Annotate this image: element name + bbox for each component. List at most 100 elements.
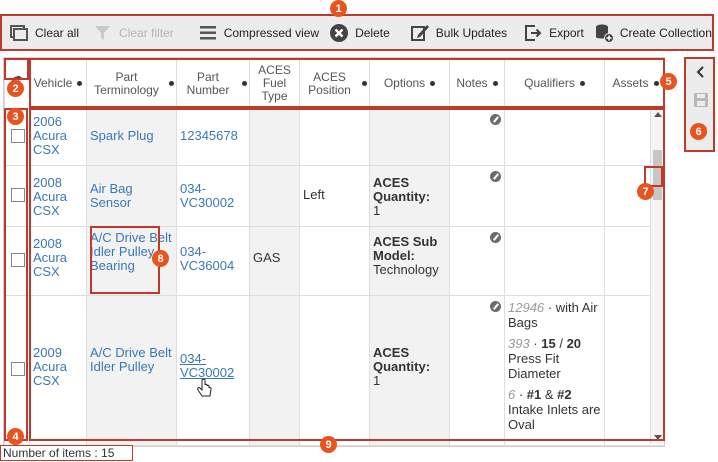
scroll-thumb[interactable] bbox=[653, 150, 662, 200]
qualifier-value: #2 bbox=[557, 387, 572, 402]
col-label-qualifiers: Qualifiers bbox=[524, 76, 575, 90]
column-menu-icon[interactable] bbox=[653, 81, 659, 86]
callout-badge: 3 bbox=[7, 108, 24, 125]
part-number-link[interactable]: 034-VC30002 bbox=[180, 170, 246, 210]
vehicle-link[interactable]: 2008 Acura CSX bbox=[33, 231, 83, 279]
column-menu-icon[interactable] bbox=[242, 81, 247, 86]
collapse-panel-button[interactable] bbox=[690, 61, 712, 83]
table-row: 2006 Acura CSX Spark Plug 12345678 bbox=[4, 108, 664, 166]
options-cell: ACES Sub Model: Technology bbox=[369, 226, 450, 296]
col-header-aces-position[interactable]: ACES Position bbox=[299, 58, 370, 109]
col-header-aces-fuel-type[interactable]: ACES Fuel Type bbox=[249, 58, 300, 109]
delete-label: Delete bbox=[355, 25, 390, 40]
create-collection-button[interactable]: Create Collection bbox=[589, 16, 717, 49]
header-row: Vehicle Part Terminology Part Number ACE… bbox=[4, 58, 664, 109]
part-terminology-link[interactable]: Air Bag Sensor bbox=[90, 170, 173, 210]
parts-table: Vehicle Part Terminology Part Number ACE… bbox=[4, 58, 664, 446]
column-menu-icon[interactable] bbox=[169, 81, 174, 86]
part-terminology-cell: A/C Drive Belt Idler Pulley bbox=[86, 295, 177, 446]
options-cell: ACES Quantity: 1 bbox=[369, 165, 450, 227]
export-button[interactable]: Export bbox=[518, 16, 589, 49]
part-terminology-link[interactable]: A/C Drive Belt Idler Pulley bbox=[90, 300, 173, 374]
bulk-updates-label: Bulk Updates bbox=[435, 25, 508, 40]
compressed-view-button[interactable]: Compressed view bbox=[193, 16, 324, 49]
edit-notes-icon[interactable] bbox=[490, 114, 501, 125]
column-menu-icon[interactable] bbox=[77, 81, 83, 86]
column-menu-icon[interactable] bbox=[492, 81, 498, 86]
bulk-updates-button[interactable]: Bulk Updates bbox=[405, 16, 512, 49]
row-checkbox[interactable] bbox=[11, 252, 25, 267]
fuel-type-value bbox=[253, 300, 296, 310]
scroll-up-icon[interactable] bbox=[654, 112, 662, 117]
fuel-type-cell bbox=[249, 165, 300, 227]
clear-all-label: Clear all bbox=[35, 25, 80, 40]
column-menu-icon[interactable] bbox=[579, 81, 585, 86]
row-checkbox[interactable] bbox=[11, 128, 25, 143]
option-value: 1 bbox=[373, 203, 381, 218]
database-add-icon bbox=[595, 24, 614, 43]
part-number-link[interactable]: 034-VC30002 bbox=[180, 300, 246, 380]
col-header-part-terminology[interactable]: Part Terminology bbox=[86, 58, 177, 109]
vehicle-cell: 2008 Acura CSX bbox=[29, 226, 87, 296]
create-collection-label: Create Collection bbox=[619, 25, 712, 40]
edit-notes-icon[interactable] bbox=[490, 171, 501, 182]
vehicle-cell: 2009 Acura CSX bbox=[29, 295, 87, 446]
qualifier-item: 12946 · with Air Bags bbox=[508, 300, 601, 330]
col-header-options[interactable]: Options bbox=[369, 58, 450, 109]
clear-all-icon bbox=[10, 24, 28, 41]
notes-cell bbox=[449, 165, 505, 227]
edit-notes-icon[interactable] bbox=[490, 301, 501, 312]
col-label-aces-position: ACES Position bbox=[308, 69, 351, 97]
qualifier-item: 6 · #1 & #2 Intake Inlets are Oval bbox=[508, 387, 601, 432]
col-header-part-number[interactable]: Part Number bbox=[176, 58, 250, 109]
bulk-edit-icon bbox=[410, 24, 429, 41]
vertical-scrollbar[interactable] bbox=[650, 108, 664, 444]
part-terminology-cell: Spark Plug bbox=[86, 108, 177, 166]
clear-filter-label: Clear filter bbox=[119, 25, 174, 40]
option-label: ACES Sub Model: bbox=[373, 234, 438, 263]
row-checkbox[interactable] bbox=[11, 187, 25, 202]
notes-cell bbox=[449, 226, 505, 296]
qualifier-text: / bbox=[555, 336, 567, 351]
callout-badge: 1 bbox=[330, 0, 347, 17]
callout-badge: 9 bbox=[320, 436, 337, 453]
position-value: Left bbox=[303, 187, 325, 202]
table-row: 2009 Acura CSX A/C Drive Belt Idler Pull… bbox=[4, 295, 664, 446]
vehicle-link[interactable]: 2006 Acura CSX bbox=[33, 113, 83, 157]
part-number-cell: 034-VC30002 bbox=[176, 295, 250, 446]
save-button[interactable] bbox=[690, 89, 712, 111]
export-icon bbox=[525, 24, 542, 41]
position-cell bbox=[299, 295, 370, 446]
qualifiers-cell bbox=[504, 165, 605, 227]
qualifiers-cell bbox=[504, 226, 605, 296]
column-menu-icon[interactable] bbox=[362, 81, 367, 86]
col-header-vehicle[interactable]: Vehicle bbox=[29, 58, 87, 109]
save-icon bbox=[694, 93, 708, 107]
column-menu-icon[interactable] bbox=[430, 81, 436, 86]
edit-notes-icon[interactable] bbox=[490, 232, 501, 243]
delete-icon bbox=[330, 23, 349, 42]
position-cell: Left bbox=[299, 165, 370, 227]
vehicle-cell: 2006 Acura CSX bbox=[29, 108, 87, 166]
part-terminology-link[interactable]: Spark Plug bbox=[90, 113, 173, 143]
callout-badge: 5 bbox=[660, 73, 677, 90]
col-header-qualifiers[interactable]: Qualifiers bbox=[504, 58, 605, 109]
vehicle-link[interactable]: 2008 Acura CSX bbox=[33, 170, 83, 218]
clear-all-button[interactable]: Clear all bbox=[4, 16, 84, 49]
qualifier-value: #1 bbox=[526, 387, 542, 402]
part-number-link[interactable]: 12345678 bbox=[180, 113, 246, 143]
part-number-cell: 12345678 bbox=[176, 108, 250, 166]
item-count: Number of items : 15 bbox=[0, 445, 133, 461]
scroll-down-icon[interactable] bbox=[654, 435, 662, 440]
part-number-link[interactable]: 034-VC36004 bbox=[180, 231, 246, 273]
row-select-cell bbox=[4, 165, 30, 227]
delete-button[interactable]: Delete bbox=[324, 16, 395, 49]
qualifier-value: 20 bbox=[566, 336, 582, 351]
vehicle-link[interactable]: 2009 Acura CSX bbox=[33, 300, 83, 388]
parts-grid: Vehicle Part Terminology Part Number ACE… bbox=[3, 57, 665, 447]
table-row: 2008 Acura CSX A/C Drive Belt Idler Pull… bbox=[4, 226, 664, 296]
col-header-notes[interactable]: Notes bbox=[449, 58, 505, 109]
col-header-assets[interactable]: Assets bbox=[604, 58, 664, 109]
clear-filter-button[interactable]: Clear filter bbox=[88, 16, 179, 49]
row-checkbox[interactable] bbox=[11, 362, 25, 376]
